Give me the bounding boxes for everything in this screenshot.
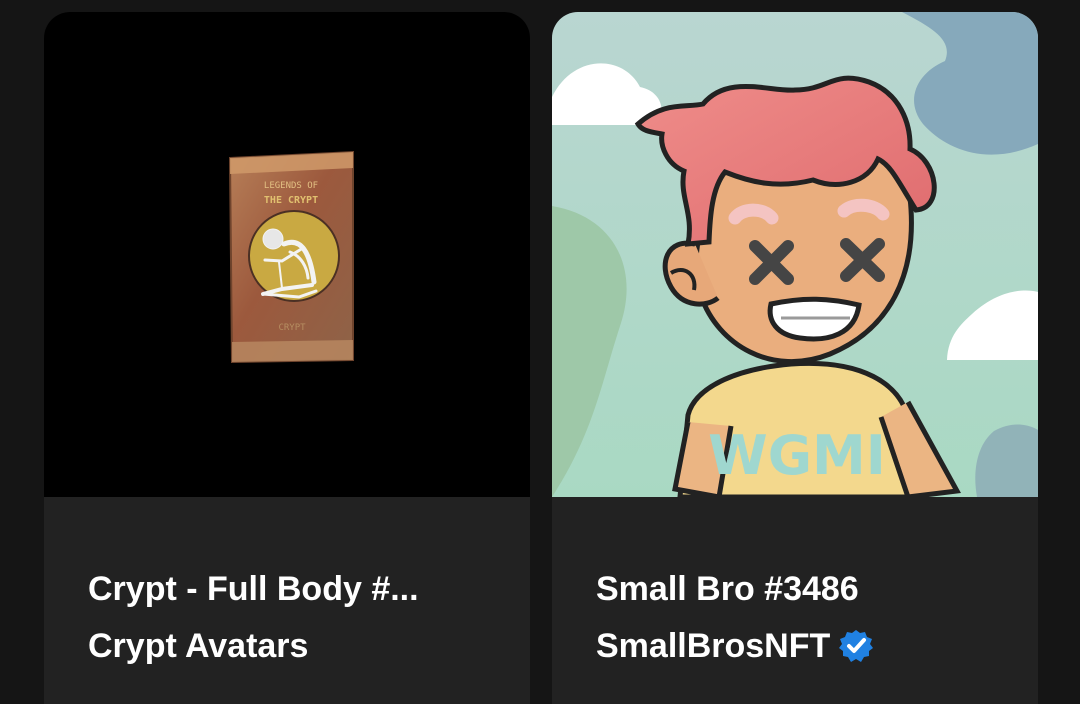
nft-title: Crypt - Full Body #...	[88, 570, 419, 608]
verified-badge-icon	[838, 628, 874, 664]
pack-title-text: THE CRYPT	[264, 195, 318, 206]
trading-card-pack-icon: LEGENDS OF THE CRYPT CRYPT	[44, 12, 530, 497]
nft-image-small-bro[interactable]: WGMI	[552, 12, 1038, 497]
collection-name-label: SmallBrosNFT	[596, 627, 831, 665]
shirt-text: WGMI	[708, 424, 886, 487]
nft-card-crypt-full-body[interactable]: LEGENDS OF THE CRYPT CRYPT Crypt - Full …	[44, 12, 530, 704]
nft-card-grid: LEGENDS OF THE CRYPT CRYPT Crypt - Full …	[0, 0, 1080, 704]
pack-top-text: LEGENDS OF	[264, 181, 318, 191]
nft-image-crypt-pack[interactable]: LEGENDS OF THE CRYPT CRYPT	[44, 12, 530, 497]
pink-hair-boy-avatar-icon: WGMI	[552, 12, 1038, 497]
nft-card-small-bro[interactable]: WGMI Small Bro #3486 SmallBrosNFT	[552, 12, 1038, 704]
nft-title: Small Bro #3486	[596, 570, 859, 608]
collection-name[interactable]: Crypt Avatars	[88, 626, 308, 666]
collection-name-label: Crypt Avatars	[88, 627, 309, 665]
pack-bottom-text: CRYPT	[278, 323, 306, 333]
collection-name[interactable]: SmallBrosNFT	[596, 626, 874, 666]
